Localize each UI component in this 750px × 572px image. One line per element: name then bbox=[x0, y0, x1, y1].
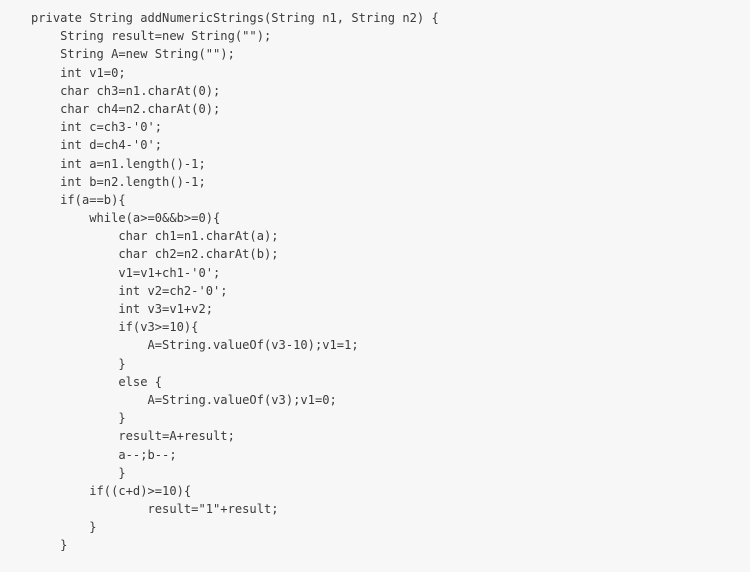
code-line: A=String.valueOf(v3-10);v1=1; bbox=[31, 338, 359, 353]
code-block[interactable]: private String addNumericStrings(String … bbox=[0, 9, 750, 555]
code-line: while(a>=0&&b>=0){ bbox=[31, 211, 221, 226]
code-line: a--;b--; bbox=[31, 447, 177, 462]
code-line: result="1"+result; bbox=[31, 502, 279, 517]
code-line: int d=ch4-'0'; bbox=[31, 138, 163, 153]
code-line: v1=v1+ch1-'0'; bbox=[31, 265, 221, 280]
code-line: char ch4=n2.charAt(0); bbox=[31, 101, 221, 116]
code-line: char ch1=n1.charAt(a); bbox=[31, 229, 279, 244]
code-line: } bbox=[31, 411, 126, 426]
code-line: private String addNumericStrings(String … bbox=[31, 11, 439, 25]
code-line: } bbox=[31, 356, 126, 371]
code-line: char ch2=n2.charAt(b); bbox=[31, 247, 279, 262]
code-line: if(a==b){ bbox=[31, 192, 126, 207]
code-line: int a=n1.length()-1; bbox=[31, 156, 206, 171]
code-line: } bbox=[31, 465, 126, 480]
code-line: char ch3=n1.charAt(0); bbox=[31, 83, 221, 98]
code-line: } bbox=[31, 538, 68, 553]
code-line: String result=new String(""); bbox=[31, 29, 272, 44]
code-line: if((c+d)>=10){ bbox=[31, 483, 192, 498]
code-line: if(v3>=10){ bbox=[31, 320, 199, 335]
code-line: int v1=0; bbox=[31, 65, 126, 80]
code-line: int v3=v1+v2; bbox=[31, 302, 214, 316]
code-line: } bbox=[31, 520, 97, 535]
code-line: int c=ch3-'0'; bbox=[31, 120, 163, 135]
code-line: String A=new String(""); bbox=[31, 47, 235, 62]
code-viewer[interactable]: private String addNumericStrings(String … bbox=[0, 0, 750, 572]
code-line: result=A+result; bbox=[31, 429, 235, 444]
code-line: int v2=ch2-'0'; bbox=[31, 283, 228, 298]
code-line: else { bbox=[31, 374, 163, 389]
code-line: int b=n2.length()-1; bbox=[31, 174, 206, 189]
code-line: A=String.valueOf(v3);v1=0; bbox=[31, 392, 337, 407]
